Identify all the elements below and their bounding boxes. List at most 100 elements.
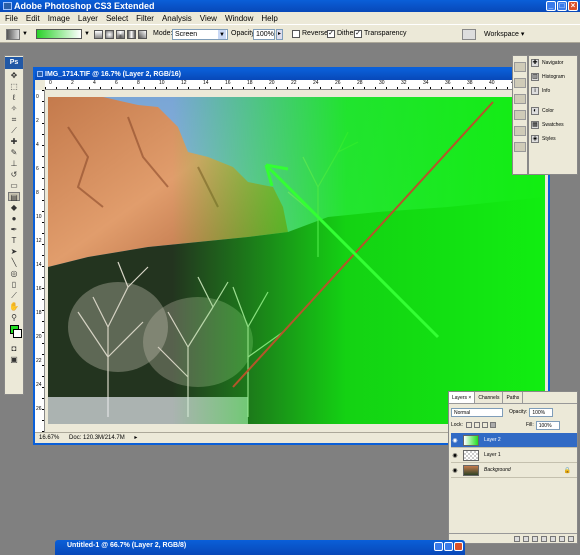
mode-select[interactable]: Screen ▼ <box>172 29 228 40</box>
palette-styles[interactable]: ◈ Styles <box>529 132 577 146</box>
gradient-tool-icon[interactable]: ▤ <box>8 192 20 202</box>
reflected-gradient-icon[interactable] <box>127 30 136 39</box>
palette-navigator[interactable]: ✚ Navigator <box>529 56 577 70</box>
visibility-eye-icon[interactable]: ◉ <box>451 452 459 459</box>
minimize-button[interactable]: _ <box>546 1 556 11</box>
marquee-tool-icon[interactable]: ⬚ <box>8 82 20 91</box>
eraser-tool-icon[interactable]: ▭ <box>8 181 20 190</box>
visibility-eye-icon[interactable]: ◉ <box>451 467 459 474</box>
image-canvas[interactable] <box>48 97 545 424</box>
opacity-input[interactable]: 100% <box>253 29 275 40</box>
workspace-button[interactable]: Workspace ▾ <box>484 30 524 38</box>
quick-mask-icon[interactable]: ◘ <box>8 344 20 353</box>
lasso-tool-icon[interactable]: ℓ <box>8 93 20 102</box>
type-tool-icon[interactable]: T <box>8 236 20 245</box>
layer-comps-icon[interactable] <box>514 142 526 152</box>
blend-mode-select[interactable]: Normal <box>451 407 503 417</box>
tab-layers[interactable]: Layers × <box>449 392 476 403</box>
chevron-down-icon[interactable]: ▼ <box>22 31 28 37</box>
background-color-swatch[interactable] <box>13 329 22 338</box>
brush-tool-icon[interactable]: ✎ <box>8 148 20 157</box>
tab-channels[interactable]: Channels <box>475 392 504 403</box>
status-menu-arrow-icon[interactable]: ▸ <box>134 435 137 441</box>
ruler-h-label: 8 <box>137 80 140 86</box>
second-document-title-bar[interactable]: Untitled-1 @ 66.7% (Layer 2, RGB/8) <box>55 540 465 555</box>
palette-color[interactable]: ◐ Color <box>529 104 577 118</box>
brushes-icon[interactable] <box>514 78 526 88</box>
lock-image-icon[interactable] <box>473 422 480 428</box>
menu-analysis[interactable]: Analysis <box>162 14 192 23</box>
palette-info[interactable]: i Info <box>529 84 577 98</box>
shape-tool-icon[interactable]: ╲ <box>8 258 20 267</box>
minimize-button[interactable] <box>434 542 443 551</box>
adjustment-layer-icon[interactable] <box>541 535 547 542</box>
eyedropper-tool-icon[interactable]: ⟋ <box>8 291 20 300</box>
crop-tool-icon[interactable]: ⌗ <box>8 115 20 124</box>
menu-help[interactable]: Help <box>261 14 277 23</box>
layer-row-background[interactable]: ◉ Background 🔒 <box>451 463 577 478</box>
chevron-down-icon[interactable]: ▼ <box>84 31 90 37</box>
tool-presets-icon[interactable] <box>514 62 526 72</box>
delete-layer-icon[interactable] <box>568 535 574 542</box>
close-button[interactable] <box>454 542 463 551</box>
slice-tool-icon[interactable]: ⟋ <box>8 126 20 135</box>
layer-row-layer-1[interactable]: ◉ Layer 1 <box>451 448 577 463</box>
layer-row-layer-2[interactable]: ◉ Layer 2 <box>451 433 577 448</box>
menu-file[interactable]: File <box>5 14 18 23</box>
screen-mode-icon[interactable]: ▣ <box>8 355 20 364</box>
magic-wand-tool-icon[interactable]: ✧ <box>8 104 20 113</box>
layer-style-icon[interactable] <box>523 535 529 542</box>
angle-gradient-icon[interactable] <box>116 30 125 39</box>
palette-histogram[interactable]: ▥ Histogram <box>529 70 577 84</box>
dither-checkbox[interactable]: ✓ <box>327 30 335 38</box>
zoom-tool-icon[interactable]: ⚲ <box>8 313 20 322</box>
gradient-tool-preset-icon[interactable] <box>6 29 20 40</box>
history-brush-tool-icon[interactable]: ↺ <box>8 170 20 179</box>
lock-all-icon[interactable] <box>489 422 496 428</box>
hand-tool-icon[interactable]: ✋ <box>8 302 20 311</box>
notes-tool-icon[interactable]: ▯ <box>8 280 20 289</box>
transparency-checkbox[interactable]: ✓ <box>354 30 362 38</box>
layer-mask-icon[interactable] <box>532 535 538 542</box>
tab-paths[interactable]: Paths <box>503 392 524 403</box>
lock-transparent-icon[interactable] <box>465 422 472 428</box>
printer-icon[interactable] <box>462 29 476 40</box>
blur-tool-icon[interactable]: ◆ <box>8 203 20 212</box>
dodge-tool-icon[interactable]: ● <box>8 214 20 223</box>
diamond-gradient-icon[interactable] <box>138 30 147 39</box>
menu-layer[interactable]: Layer <box>78 14 98 23</box>
maximize-button[interactable]: □ <box>557 1 567 11</box>
radial-gradient-icon[interactable] <box>105 30 114 39</box>
menu-window[interactable]: Window <box>225 14 253 23</box>
character-icon[interactable] <box>514 110 526 120</box>
fill-input[interactable]: 100% <box>535 420 560 430</box>
lock-position-icon[interactable] <box>481 422 488 428</box>
menu-edit[interactable]: Edit <box>26 14 40 23</box>
move-tool-icon[interactable]: ✥ <box>8 71 20 80</box>
linear-gradient-icon[interactable] <box>94 30 103 39</box>
maximize-button[interactable] <box>444 542 453 551</box>
clone-source-icon[interactable] <box>514 94 526 104</box>
palette-swatches[interactable]: ▦ Swatches <box>529 118 577 132</box>
path-selection-tool-icon[interactable]: ➤ <box>8 247 20 256</box>
menu-filter[interactable]: Filter <box>136 14 154 23</box>
new-layer-icon[interactable] <box>559 535 565 542</box>
menu-image[interactable]: Image <box>48 14 70 23</box>
healing-brush-tool-icon[interactable]: ✚ <box>8 137 20 146</box>
opacity-slider-button[interactable]: ▸ <box>276 29 283 40</box>
link-layers-icon[interactable] <box>514 535 520 542</box>
new-group-icon[interactable] <box>550 535 556 542</box>
gradient-editor-swatch[interactable] <box>36 29 82 39</box>
clone-stamp-tool-icon[interactable]: ⊥ <box>8 159 20 168</box>
reverse-checkbox[interactable] <box>292 30 300 38</box>
menu-view[interactable]: View <box>200 14 217 23</box>
ruler-h-label: 28 <box>357 80 363 86</box>
zoom-level[interactable]: 16.67% <box>39 435 59 441</box>
visibility-eye-icon[interactable]: ◉ <box>451 437 459 444</box>
paragraph-icon[interactable] <box>514 126 526 136</box>
3d-tool-icon[interactable]: ◎ <box>8 269 20 278</box>
menu-select[interactable]: Select <box>106 14 128 23</box>
pen-tool-icon[interactable]: ✒ <box>8 225 20 234</box>
close-button[interactable]: × <box>568 1 578 11</box>
layer-opacity-input[interactable]: 100% <box>529 407 554 417</box>
